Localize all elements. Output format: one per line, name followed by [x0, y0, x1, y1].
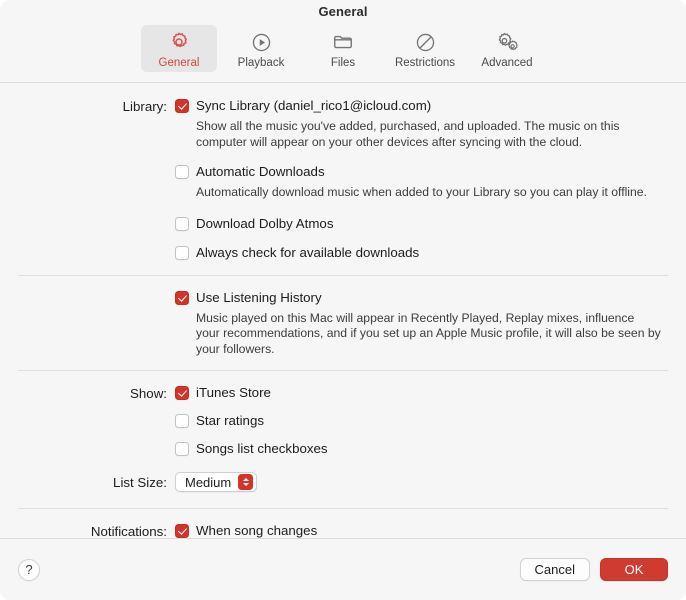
tab-restrictions[interactable]: Restrictions — [387, 25, 463, 72]
cancel-button[interactable]: Cancel — [520, 558, 590, 581]
sync-library-description: Show all the music you've added, purchas… — [196, 119, 651, 150]
help-button[interactable]: ? — [18, 559, 40, 581]
window-title: General — [318, 4, 367, 19]
songs-list-checkboxes-checkbox[interactable] — [175, 442, 189, 456]
sync-library-checkbox[interactable] — [175, 99, 189, 113]
download-dolby-atmos-checkbox[interactable] — [175, 217, 189, 231]
double-gear-icon — [495, 29, 519, 55]
list-size-label: List Size: — [0, 473, 175, 492]
star-ratings-checkbox[interactable] — [175, 414, 189, 428]
sync-library-label: Sync Library (daniel_rico1@icloud.com) — [196, 97, 431, 115]
preferences-window: General General Playback — [0, 0, 686, 600]
tab-restrictions-label: Restrictions — [395, 57, 455, 69]
separator-three — [18, 508, 668, 509]
listening-history-description: Music played on this Mac will appear in … — [196, 311, 661, 358]
automatic-downloads-label: Automatic Downloads — [196, 163, 325, 181]
itunes-store-label: iTunes Store — [196, 384, 271, 402]
star-ratings-row[interactable]: Star ratings — [175, 412, 686, 430]
listening-history-label: Use Listening History — [196, 289, 322, 307]
star-ratings-label: Star ratings — [196, 412, 264, 430]
play-circle-icon — [251, 29, 272, 55]
tab-playback[interactable]: Playback — [223, 25, 299, 72]
preferences-toolbar: General Playback Files — [0, 22, 686, 83]
dialog-footer: ? Cancel OK — [0, 538, 686, 600]
always-check-downloads-row[interactable]: Always check for available downloads — [175, 244, 686, 262]
when-song-changes-row[interactable]: When song changes — [175, 522, 686, 538]
notifications-label: Notifications: — [0, 522, 175, 538]
list-size-value: Medium — [185, 475, 231, 490]
download-dolby-atmos-label: Download Dolby Atmos — [196, 215, 333, 233]
tab-playback-label: Playback — [238, 57, 285, 69]
folder-icon — [332, 29, 354, 55]
sync-library-row[interactable]: Sync Library (daniel_rico1@icloud.com) — [175, 97, 686, 115]
itunes-store-checkbox[interactable] — [175, 386, 189, 400]
automatic-downloads-checkbox[interactable] — [175, 165, 189, 179]
preferences-content: Library: Sync Library (daniel_rico1@iclo… — [0, 83, 686, 538]
no-entry-icon — [415, 29, 436, 55]
download-dolby-atmos-row[interactable]: Download Dolby Atmos — [175, 215, 686, 233]
tab-advanced[interactable]: Advanced — [469, 25, 545, 72]
list-size-dropdown[interactable]: Medium — [175, 472, 257, 492]
library-label: Library: — [0, 97, 175, 116]
listening-history-row[interactable]: Use Listening History — [175, 289, 686, 307]
gear-icon — [168, 29, 190, 55]
tab-files-label: Files — [331, 57, 355, 69]
ok-button[interactable]: OK — [600, 558, 668, 581]
automatic-downloads-row[interactable]: Automatic Downloads — [175, 163, 686, 181]
library-section: Library: Sync Library (daniel_rico1@iclo… — [0, 97, 686, 262]
when-song-changes-checkbox[interactable] — [175, 524, 189, 538]
listening-history-section: Use Listening History Music played on th… — [0, 289, 686, 358]
tab-files[interactable]: Files — [305, 25, 381, 72]
notifications-section: Notifications: When song changes — [0, 522, 686, 538]
tab-general[interactable]: General — [141, 25, 217, 72]
separator-two — [18, 370, 668, 371]
always-check-downloads-checkbox[interactable] — [175, 246, 189, 260]
listening-history-spacer — [0, 289, 175, 290]
separator-one — [18, 275, 668, 276]
tab-advanced-label: Advanced — [481, 57, 532, 69]
songs-list-checkboxes-label: Songs list checkboxes — [196, 440, 328, 458]
automatic-downloads-description: Automatically download music when added … — [196, 185, 651, 201]
always-check-downloads-label: Always check for available downloads — [196, 244, 419, 262]
when-song-changes-label: When song changes — [196, 522, 317, 538]
songs-list-checkboxes-row[interactable]: Songs list checkboxes — [175, 440, 686, 458]
show-label: Show: — [0, 384, 175, 403]
listening-history-checkbox[interactable] — [175, 291, 189, 305]
tab-general-label: General — [159, 57, 200, 69]
show-section: Show: iTunes Store Star ratings Songs li… — [0, 384, 686, 458]
title-bar: General — [0, 0, 686, 22]
chevron-updown-icon[interactable] — [238, 474, 253, 490]
itunes-store-row[interactable]: iTunes Store — [175, 384, 686, 402]
list-size-section: List Size: Medium — [0, 472, 686, 492]
